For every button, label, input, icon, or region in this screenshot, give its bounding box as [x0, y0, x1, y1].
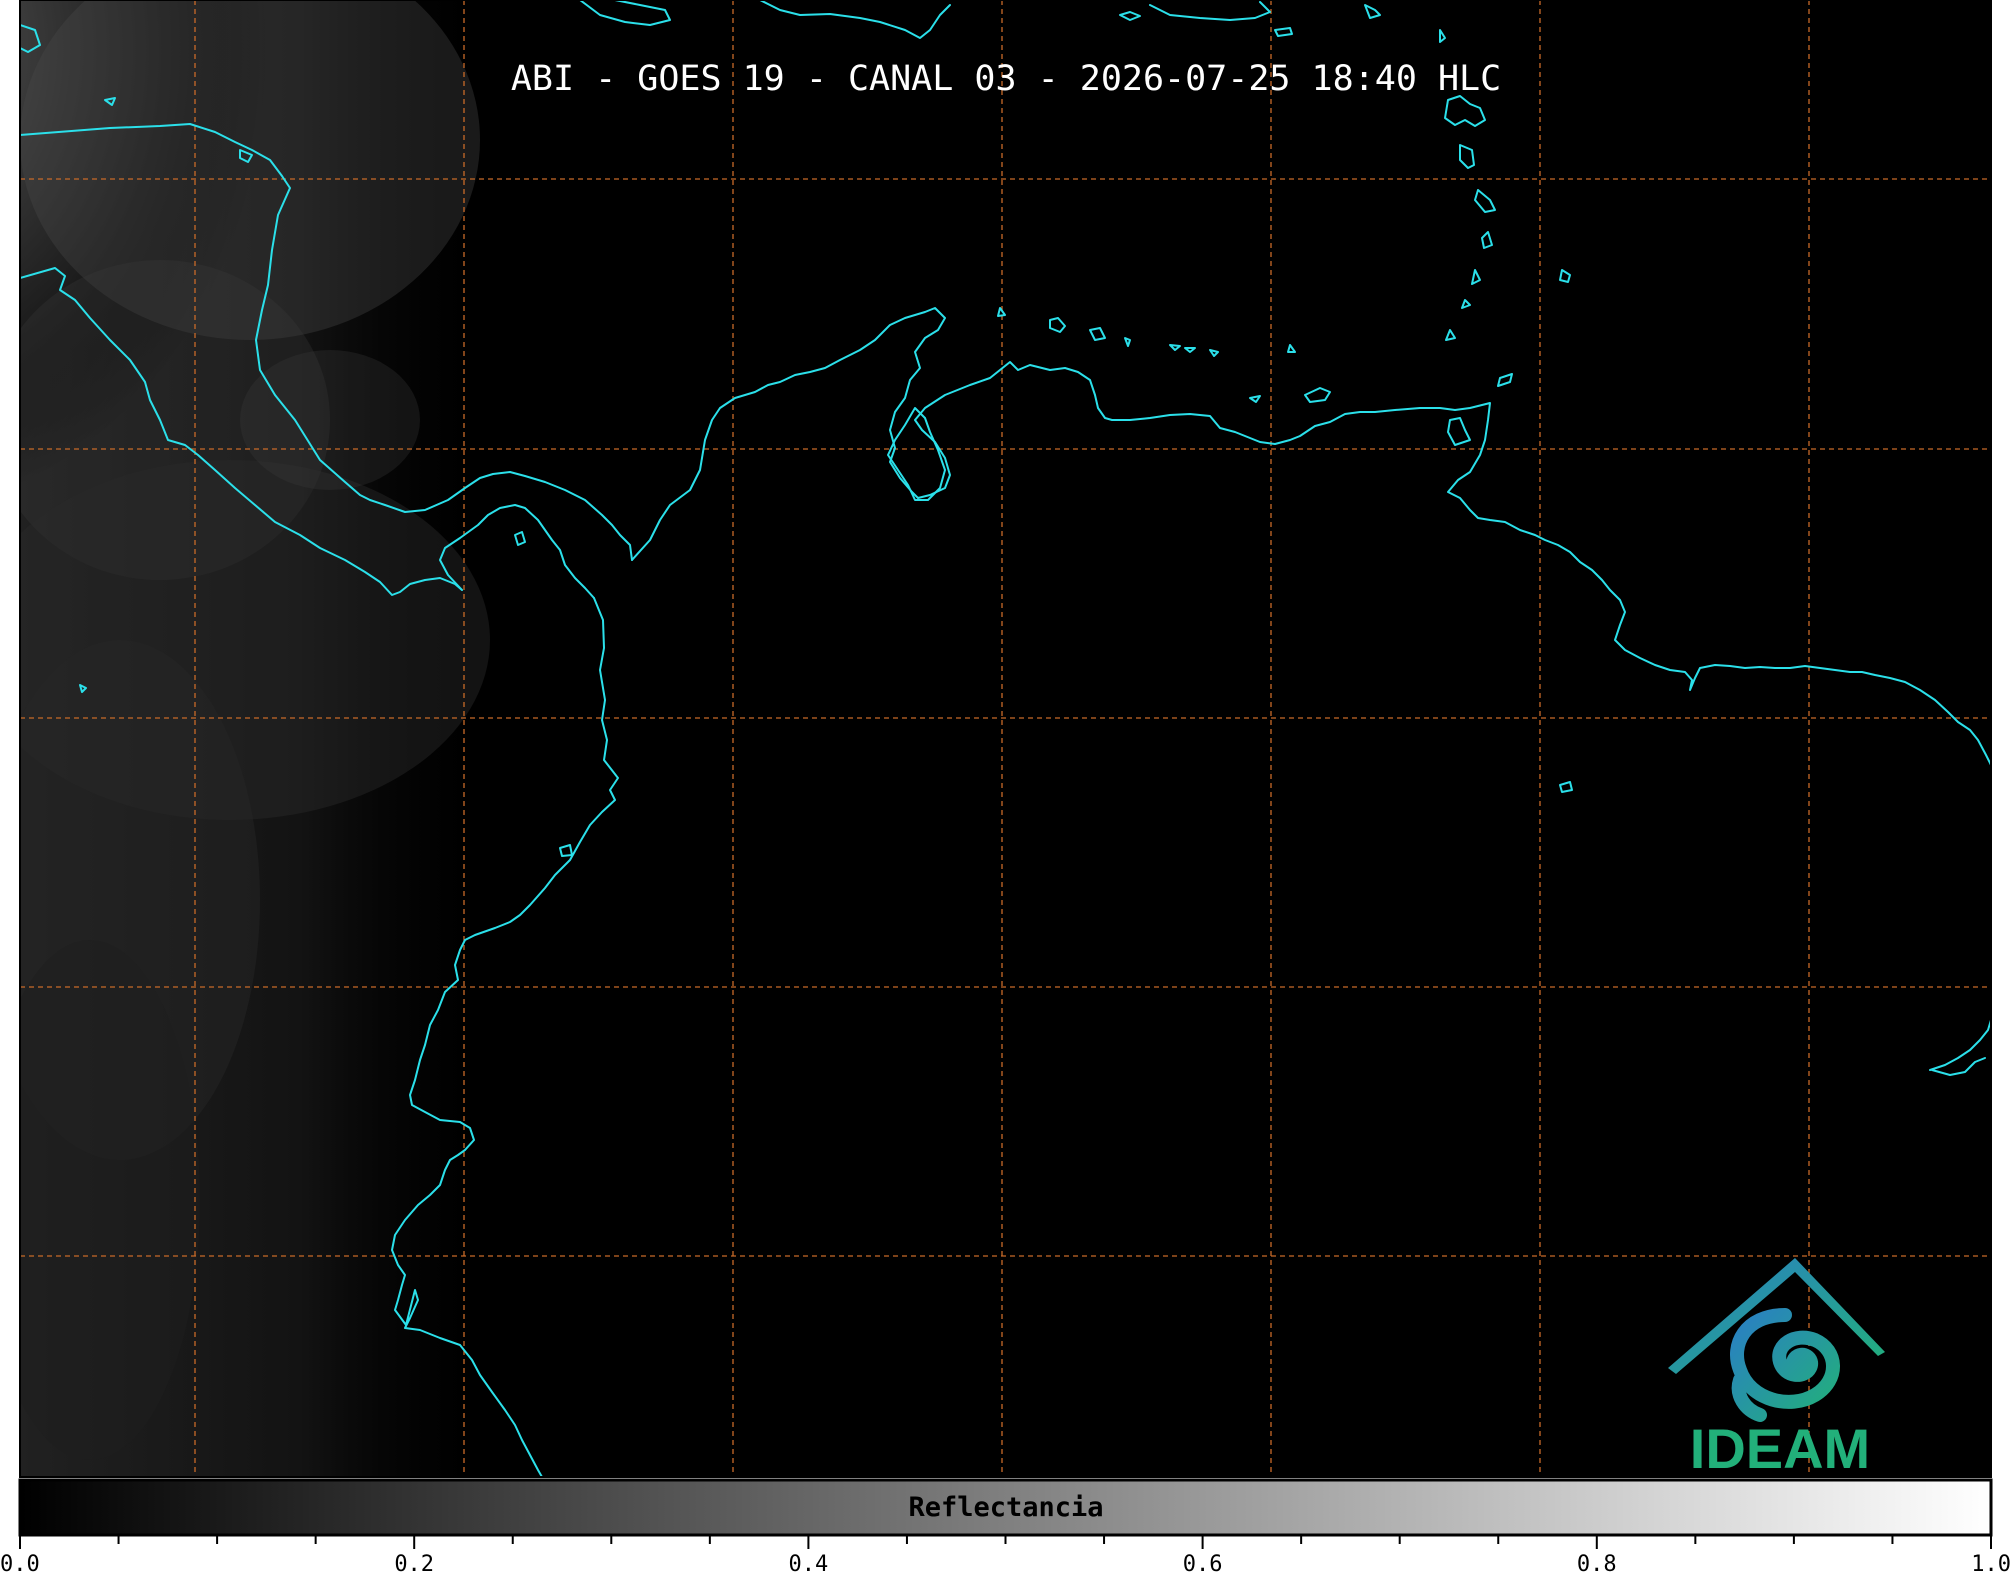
colorbar-tick-label: 0.0: [0, 1552, 40, 1577]
colorbar-tick-label: 0.8: [1577, 1552, 1617, 1577]
colorbar-ticks: [19, 1535, 1992, 1549]
colorbar-tick-label: 0.6: [1183, 1552, 1223, 1577]
map-title: ABI - GOES 19 - CANAL 03 - 2026-07-25 18…: [511, 59, 1501, 99]
colorbar-tick-label: 1.0: [1971, 1552, 2011, 1577]
satellite-map: ABI - GOES 19 - CANAL 03 - 2026-07-25 18…: [0, 0, 2011, 1577]
colorbar-tick-label: 0.2: [394, 1552, 434, 1577]
ideam-logo-text: IDEAM: [1690, 1417, 1870, 1480]
colorbar-tick-label: 0.4: [789, 1552, 829, 1577]
colorbar-label: Reflectancia: [908, 1492, 1103, 1523]
colorbar-tick-labels: 0.0 0.2 0.4 0.6 0.8 1.0: [0, 1552, 2011, 1577]
colorbar: Reflectancia 0.0 0.2 0.4 0.6 0.8 1.0: [0, 1478, 2011, 1577]
